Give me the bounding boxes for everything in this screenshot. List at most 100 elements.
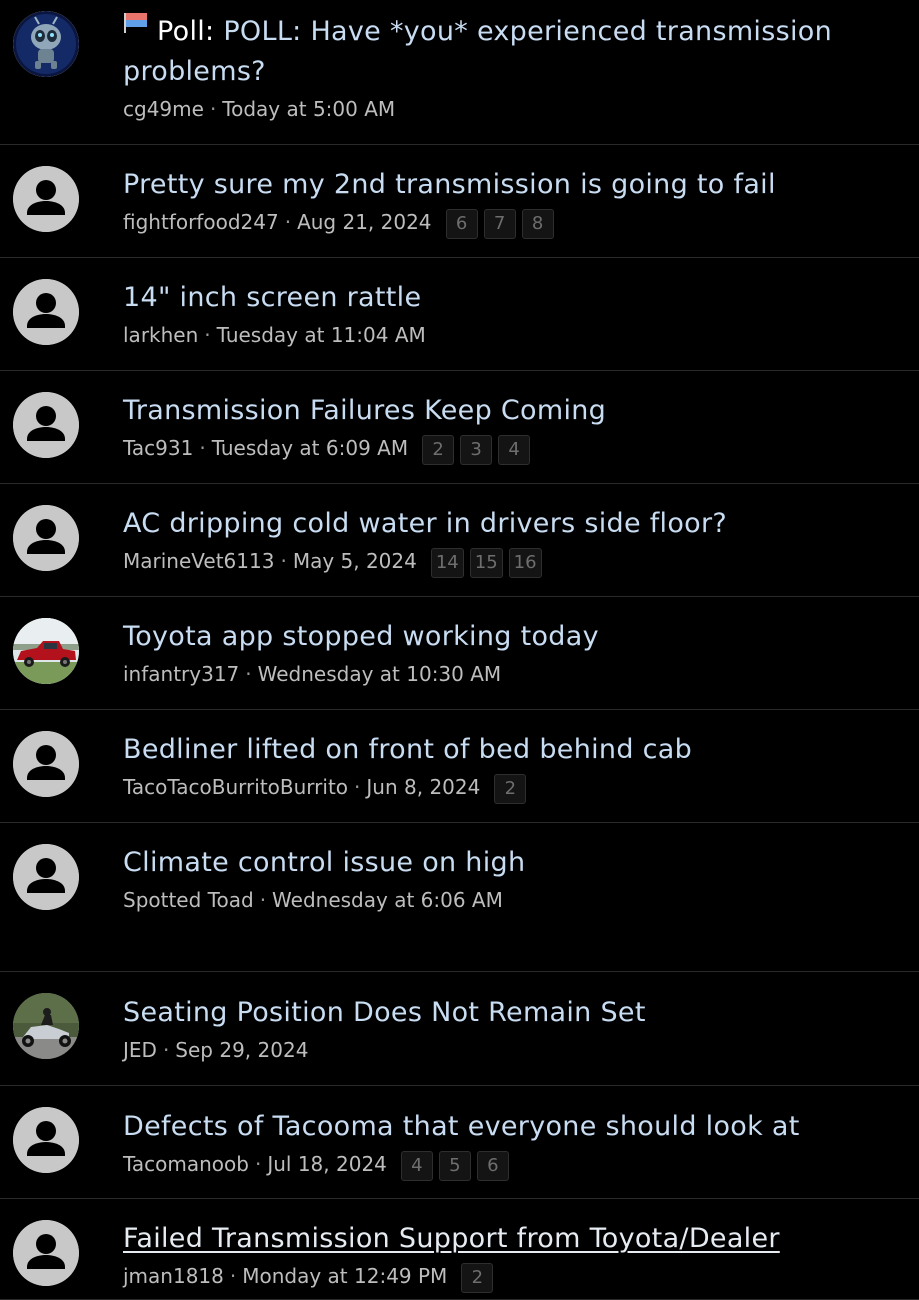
red-truck-icon	[13, 618, 79, 684]
default-user-avatar[interactable]	[13, 392, 79, 458]
page-link[interactable]: 7	[483, 208, 516, 239]
thread-title-text[interactable]: Seating Position Does Not Remain Set	[123, 997, 646, 1028]
thread-title-text[interactable]: Defects of Tacooma that everyone should …	[123, 1111, 800, 1142]
motorcycle-avatar[interactable]	[13, 993, 79, 1059]
thread-title-text[interactable]: Failed Transmission Support from Toyota/…	[123, 1223, 780, 1254]
thread-author-link[interactable]: cg49me	[123, 97, 204, 121]
thread-title-text[interactable]: Pretty sure my 2nd transmission is going…	[123, 169, 776, 200]
thread-row[interactable]: Toyota app stopped working today infantry…	[0, 597, 919, 710]
thread-date-link[interactable]: Jul 18, 2024	[267, 1152, 387, 1176]
page-link[interactable]: 3	[460, 434, 493, 465]
thread-meta: TacoTacoBurritoBurrito · Jun 8, 2024 2	[123, 770, 899, 804]
default-user-avatar[interactable]	[13, 844, 79, 910]
page-jump-links: 678	[445, 205, 560, 239]
thread-title-text[interactable]: POLL: Have *you* experienced transmissio…	[123, 16, 832, 87]
meta-separator: ·	[209, 97, 217, 121]
thread-author-link[interactable]: jman1818	[123, 1264, 224, 1288]
thread-row[interactable]: Bedliner lifted on front of bed behind c…	[0, 710, 919, 823]
thread-author-link[interactable]: Spotted Toad	[123, 888, 254, 912]
page-link[interactable]: 2	[461, 1262, 494, 1293]
invader-zim-avatar[interactable]	[13, 11, 79, 77]
thread-meta: Spotted Toad · Wednesday at 6:06 AM	[123, 883, 899, 917]
thread-title-link[interactable]: Poll: POLL: Have *you* experienced trans…	[123, 12, 899, 92]
default-user-avatar[interactable]	[13, 1220, 79, 1286]
thread-date-link[interactable]: Wednesday at 10:30 AM	[258, 662, 502, 686]
default-user-avatar[interactable]	[13, 1107, 79, 1173]
invader-zim-icon	[13, 11, 79, 77]
thread-row[interactable]: 14" inch screen rattle larkhen · Tuesday at…	[0, 258, 919, 371]
thread-title-text[interactable]: AC dripping cold water in drivers side f…	[123, 508, 727, 539]
page-link[interactable]: 6	[445, 208, 478, 239]
thread-row[interactable]: Seating Position Does Not Remain Set JED ·…	[0, 972, 919, 1086]
thread-title-text[interactable]: Transmission Failures Keep Coming	[123, 395, 606, 426]
page-jump-links: 456	[400, 1147, 515, 1181]
thread-date-link[interactable]: Tuesday at 6:09 AM	[212, 436, 408, 460]
thread-title-link[interactable]: Climate control issue on high	[123, 843, 899, 883]
thread-title-link[interactable]: AC dripping cold water in drivers side f…	[123, 504, 899, 544]
page-link[interactable]: 4	[400, 1150, 433, 1181]
default-user-avatar[interactable]	[13, 279, 79, 345]
thread-meta: jman1818 · Monday at 12:49 PM 2	[123, 1259, 899, 1293]
thread-title-link[interactable]: Pretty sure my 2nd transmission is going…	[123, 165, 899, 205]
meta-separator: ·	[204, 323, 211, 347]
thread-author-link[interactable]: JED	[123, 1038, 157, 1062]
thread-date-link[interactable]: Jun 8, 2024	[366, 775, 480, 799]
thread-date-link[interactable]: Tuesday at 11:04 AM	[217, 323, 426, 347]
thread-title-link[interactable]: Defects of Tacooma that everyone should …	[123, 1107, 899, 1147]
thread-title-link[interactable]: Transmission Failures Keep Coming	[123, 391, 899, 431]
thread-title-text[interactable]: Bedliner lifted on front of bed behind c…	[123, 734, 692, 765]
thread-meta: Tac931 · Tuesday at 6:09 AM 2 3 4	[123, 431, 899, 465]
thread-meta: Tacomanoob · Jul 18, 2024 4 5 6	[123, 1147, 899, 1181]
thread-title-link[interactable]: Failed Transmission Support from Toyota/…	[123, 1219, 899, 1259]
thread-date-link[interactable]: Sep 29, 2024	[175, 1038, 308, 1062]
thread-author-link[interactable]: TacoTacoBurritoBurrito	[123, 775, 348, 799]
page-link[interactable]: 8	[521, 208, 554, 239]
thread-content: Toyota app stopped working today infantry…	[123, 617, 899, 691]
red-truck-avatar[interactable]	[13, 618, 79, 684]
page-link[interactable]: 2	[422, 434, 455, 465]
thread-title-link[interactable]: Bedliner lifted on front of bed behind c…	[123, 730, 899, 770]
page-link[interactable]: 4	[498, 434, 531, 465]
thread-row[interactable]: Climate control issue on high Spotted Toa…	[0, 823, 919, 972]
thread-author-link[interactable]: fightforfood247	[123, 210, 279, 234]
thread-row[interactable]: Defects of Tacooma that everyone should …	[0, 1086, 919, 1199]
thread-author-link[interactable]: MarineVet6113	[123, 549, 274, 573]
thread-row[interactable]: Transmission Failures Keep Coming Tac931 ·…	[0, 371, 919, 484]
thread-row[interactable]: Failed Transmission Support from Toyota/…	[0, 1199, 919, 1300]
thread-title-text[interactable]: Toyota app stopped working today	[123, 621, 599, 652]
meta-separator: ·	[354, 775, 361, 799]
thread-row[interactable]: AC dripping cold water in drivers side f…	[0, 484, 919, 597]
thread-content: Poll: POLL: Have *you* experienced trans…	[123, 12, 899, 126]
thread-date-link[interactable]: Today at 5:00 AM	[222, 97, 395, 121]
thread-date-link[interactable]: Wednesday at 6:06 AM	[272, 888, 503, 912]
thread-date-link[interactable]: May 5, 2024	[293, 549, 417, 573]
thread-author-link[interactable]: larkhen	[123, 323, 198, 347]
thread-title-link[interactable]: 14" inch screen rattle	[123, 278, 899, 318]
thread-row[interactable]: Pretty sure my 2nd transmission is going…	[0, 145, 919, 258]
page-link[interactable]: 15	[469, 547, 503, 578]
thread-title-link[interactable]: Toyota app stopped working today	[123, 617, 899, 657]
thread-title-text[interactable]: Climate control issue on high	[123, 847, 525, 878]
default-user-avatar[interactable]	[13, 505, 79, 571]
thread-author-link[interactable]: Tacomanoob	[123, 1152, 249, 1176]
page-link[interactable]: 6	[476, 1150, 509, 1181]
thread-meta: fightforfood247 · Aug 21, 2024 6 7 8	[123, 205, 899, 239]
page-link[interactable]: 5	[438, 1150, 471, 1181]
default-user-avatar[interactable]	[13, 166, 79, 232]
page-link[interactable]: 16	[508, 547, 542, 578]
poll-flag-icon	[124, 13, 147, 33]
thread-author-link[interactable]: Tac931	[123, 436, 193, 460]
thread-author-link[interactable]: infantry317	[123, 662, 239, 686]
thread-title-text[interactable]: 14" inch screen rattle	[123, 282, 421, 313]
user-icon	[13, 279, 79, 345]
meta-separator: ·	[162, 1038, 170, 1062]
thread-date-link[interactable]: Aug 21, 2024	[297, 210, 431, 234]
thread-date-link[interactable]: Monday at 12:49 PM	[242, 1264, 447, 1288]
thread-title-link[interactable]: Seating Position Does Not Remain Set	[123, 993, 899, 1033]
default-user-avatar[interactable]	[13, 731, 79, 797]
page-jump-links: 2	[494, 770, 532, 804]
thread-row[interactable]: Poll: POLL: Have *you* experienced trans…	[0, 0, 919, 145]
poll-prefix-label[interactable]: Poll:	[157, 16, 214, 47]
page-link[interactable]: 2	[494, 773, 527, 804]
page-link[interactable]: 14	[430, 547, 464, 578]
